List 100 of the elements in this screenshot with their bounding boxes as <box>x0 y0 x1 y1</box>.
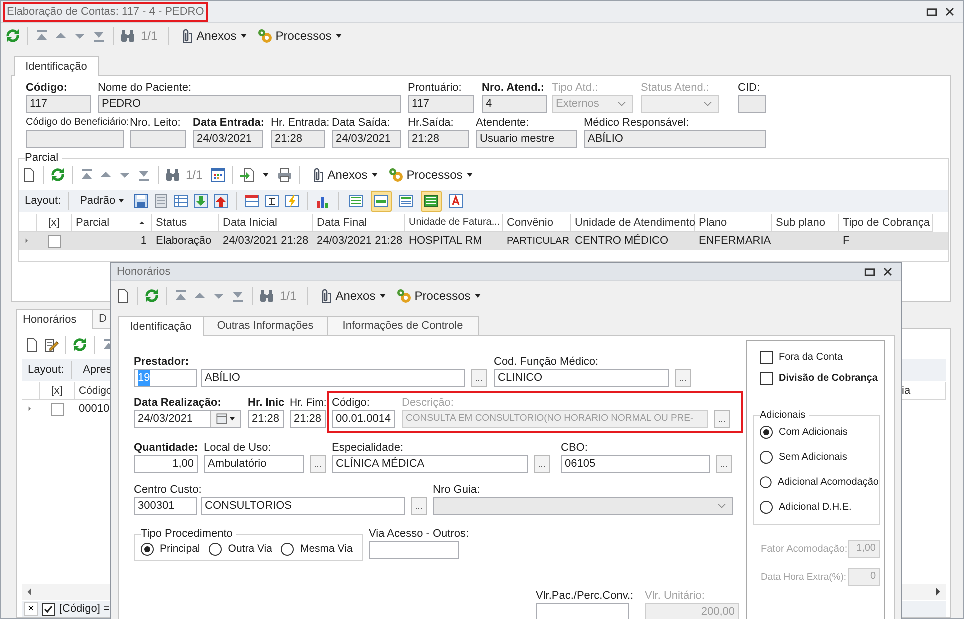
field-label: Data Entrada: <box>193 116 266 130</box>
export-icon[interactable] <box>238 167 255 183</box>
save-icon[interactable] <box>132 193 149 209</box>
tab[interactable]: Informações de Controle <box>327 316 479 335</box>
radio-button[interactable] <box>760 500 773 514</box>
column-header[interactable]: Tipo de Cobrança <box>839 214 933 232</box>
checkbox[interactable] <box>48 234 60 248</box>
field-label: Código do Beneficiário: <box>26 116 130 130</box>
radio-button[interactable] <box>760 450 773 464</box>
text-field[interactable]: 21:28 <box>290 410 326 428</box>
radio-button[interactable] <box>209 542 222 556</box>
text-field[interactable]: ABÍLIO <box>584 130 766 148</box>
text-field[interactable]: 21:28 <box>271 130 325 148</box>
lookup-button[interactable]: ... <box>471 369 487 387</box>
text-field[interactable] <box>738 95 766 113</box>
text-field[interactable]: CLINICO <box>494 369 669 387</box>
import-icon[interactable] <box>192 193 209 209</box>
new-document-icon[interactable] <box>24 337 40 353</box>
text-field[interactable]: 24/03/2021 <box>332 130 401 148</box>
text-field[interactable]: ABÍLIO <box>201 369 465 387</box>
text-field[interactable]: 21:28 <box>408 130 469 148</box>
column-header[interactable]: Convênio <box>503 214 571 232</box>
calendar-grid-icon[interactable] <box>210 167 226 183</box>
edit-document-icon[interactable] <box>43 337 59 353</box>
text-field[interactable]: 4 <box>482 95 547 113</box>
text-field[interactable]: 117 <box>408 95 474 113</box>
tab[interactable]: Outras Informações <box>203 316 328 335</box>
column-header[interactable]: Unidade de Fatura... <box>405 214 503 232</box>
new-document-icon[interactable] <box>115 288 131 304</box>
checkbox[interactable] <box>760 372 773 385</box>
dropdown-field[interactable] <box>433 497 733 515</box>
radio-button[interactable] <box>281 542 294 556</box>
checkbox[interactable] <box>50 402 64 416</box>
text-field[interactable]: Usuario mestre <box>476 130 577 148</box>
tab[interactable]: Identificação <box>14 56 99 76</box>
column-header[interactable]: Unidade de Atendimento <box>571 214 695 232</box>
column-header[interactable]: Sub plano <box>772 214 839 232</box>
text-field[interactable]: 21:28 <box>248 410 284 428</box>
tab[interactable]: Honorários <box>16 309 93 329</box>
table-icon[interactable] <box>264 193 280 209</box>
text-field[interactable] <box>369 541 459 559</box>
printer-icon[interactable] <box>276 167 293 183</box>
refresh-icon[interactable] <box>72 337 88 353</box>
field-label: Prontuário: <box>408 81 463 95</box>
text-field[interactable]: CLÍNICA MÉDICA <box>332 455 528 473</box>
document-icon[interactable] <box>152 193 169 209</box>
text-field[interactable]: PEDRO <box>98 95 401 113</box>
text-field[interactable]: 117 <box>26 95 91 113</box>
calendar-button[interactable] <box>210 411 240 427</box>
date-field[interactable]: 24/03/2021 <box>134 410 241 428</box>
number-field[interactable] <box>536 603 629 619</box>
lookup-button[interactable]: ... <box>310 455 326 473</box>
text-field[interactable]: CONSULTORIOS <box>201 497 405 515</box>
column-header[interactable]: Data Final <box>313 214 405 232</box>
text-field[interactable] <box>130 130 186 148</box>
tab[interactable]: Identificação <box>118 316 204 336</box>
refresh-icon[interactable] <box>144 288 160 304</box>
radio-label: Adicional Acomodação <box>778 476 879 488</box>
radio-button[interactable] <box>760 476 772 488</box>
lookup-button[interactable]: ... <box>534 455 550 473</box>
binoculars-icon[interactable] <box>120 28 136 44</box>
field-label: Tipo Atd.: <box>552 81 600 95</box>
lookup-button[interactable]: ... <box>411 497 427 515</box>
menu-button[interactable]: Processos <box>384 164 477 186</box>
binoculars-icon[interactable] <box>259 288 275 304</box>
number-field[interactable]: 1,00 <box>134 455 198 473</box>
binoculars-icon[interactable] <box>165 167 181 183</box>
column-header[interactable]: Data Inicial <box>219 214 313 232</box>
layout-dropdown[interactable]: Padrão <box>76 194 129 208</box>
radio-button[interactable] <box>760 426 773 438</box>
layout-label: Layout: <box>25 195 62 207</box>
text-field[interactable]: 24/03/2021 <box>193 130 263 148</box>
menu-button[interactable]: Processos <box>254 25 346 47</box>
new-document-icon[interactable] <box>21 167 37 183</box>
text-field[interactable]: 300301 <box>134 497 197 515</box>
text-field[interactable]: Ambulatório <box>204 455 304 473</box>
menu-button[interactable]: Processos <box>392 285 485 307</box>
lightning-icon[interactable] <box>284 193 300 209</box>
toggle-button[interactable] <box>420 190 442 212</box>
group-label: Parcial <box>25 152 59 164</box>
checkbox[interactable] <box>760 351 773 364</box>
lookup-button[interactable]: ... <box>675 369 691 387</box>
text-field[interactable]: 06105 <box>561 455 710 473</box>
column-header[interactable]: Plano <box>695 214 772 232</box>
export-icon[interactable] <box>212 193 229 209</box>
checkbox[interactable] <box>42 602 56 616</box>
menu-button[interactable]: Anexos <box>174 25 251 47</box>
text-field[interactable] <box>26 130 124 148</box>
refresh-icon[interactable] <box>5 28 21 44</box>
lookup-button[interactable]: ... <box>716 455 732 473</box>
column-header[interactable]: [x] <box>37 214 72 232</box>
column-header[interactable]: [x] <box>40 382 75 400</box>
clear-filter-button[interactable]: × <box>24 602 38 616</box>
column-header[interactable]: Parcial <box>72 214 152 232</box>
column-header[interactable]: Status <box>152 214 219 232</box>
toggle-button[interactable] <box>370 190 392 212</box>
menu-button[interactable]: Anexos <box>314 285 390 307</box>
radio-button[interactable] <box>141 542 154 556</box>
menu-button[interactable]: Anexos <box>306 164 382 186</box>
refresh-icon[interactable] <box>50 167 66 183</box>
